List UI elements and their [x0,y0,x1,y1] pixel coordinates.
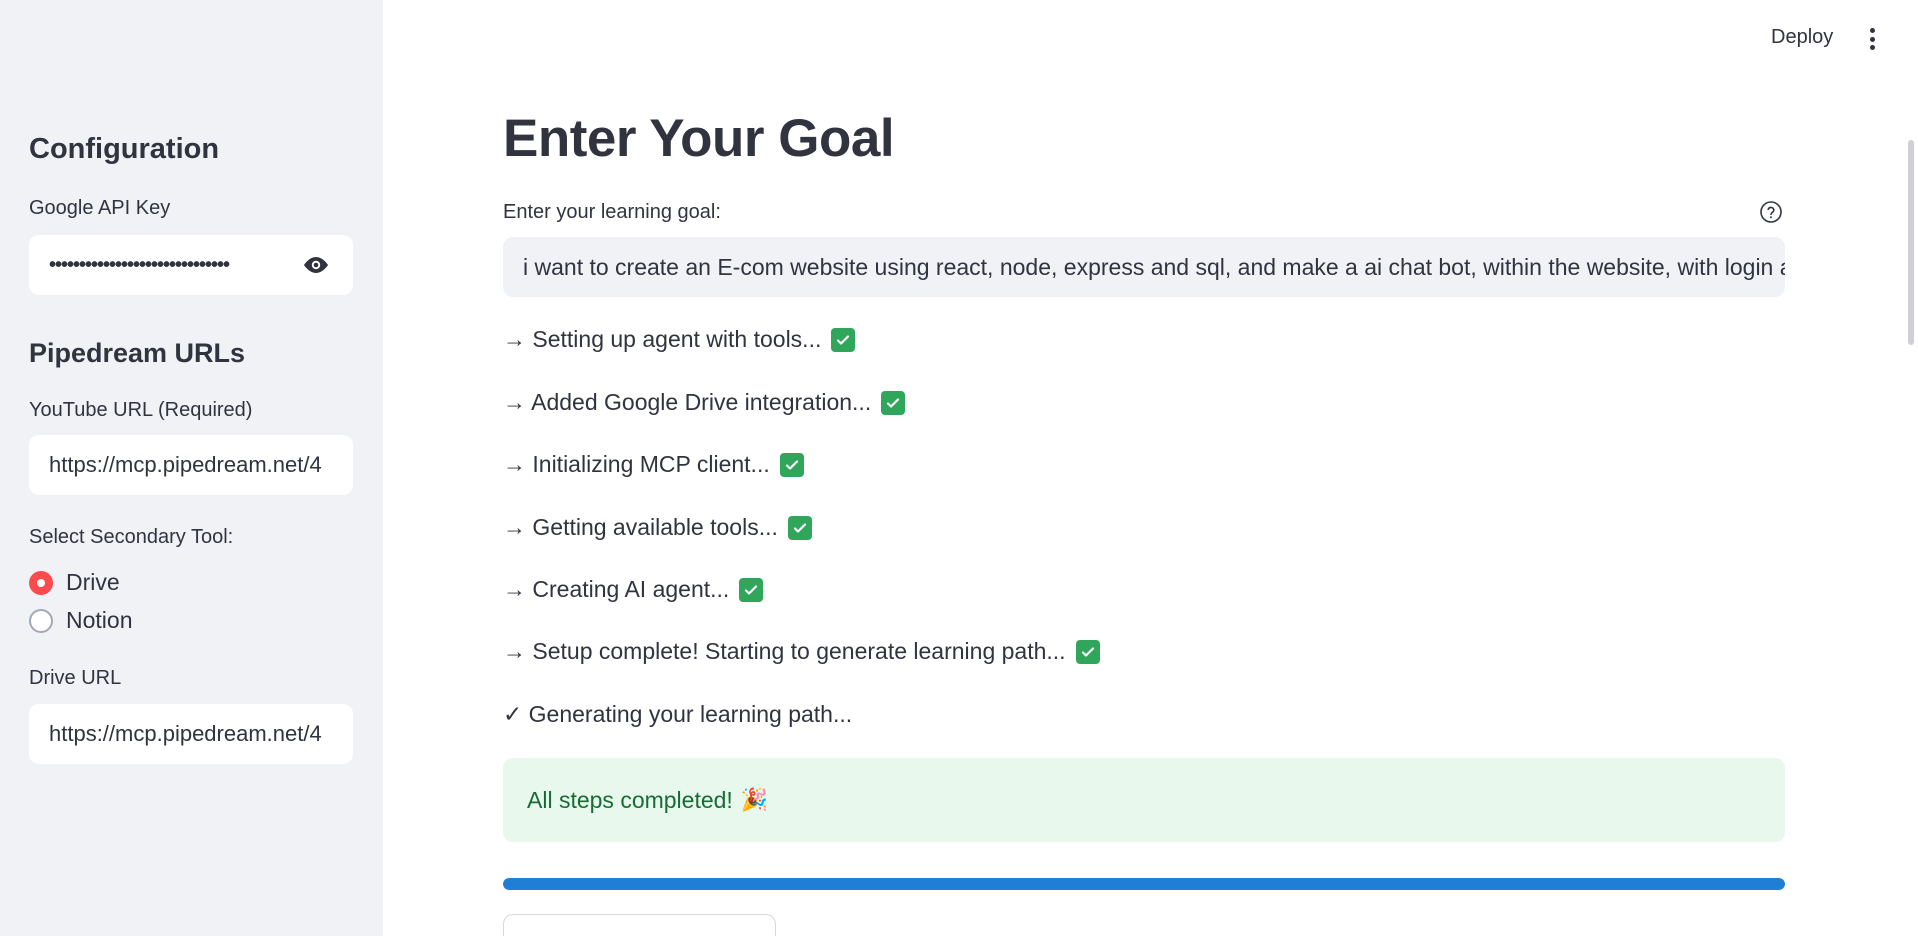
step-item: → Setting up agent with tools... [503,326,856,353]
check-icon [1075,639,1100,664]
secondary-tool-label: Select Secondary Tool: [29,526,234,548]
action-button[interactable] [503,914,776,936]
step-item: → Initializing MCP client... [503,451,804,478]
page-title: Enter Your Goal [503,109,895,168]
success-message: All steps completed! [527,786,733,813]
check-icon [739,577,764,602]
step-item: → Getting available tools... [503,514,812,541]
configuration-heading: Configuration [29,133,220,165]
radio-notion-label: Notion [66,607,133,633]
radio-notion[interactable]: Notion [29,607,132,634]
eye-icon[interactable] [299,248,333,282]
api-key-value: •••••••••••••••••••••••••••••• [49,253,230,276]
drive-url-input[interactable]: https://mcp.pipedream.net/4 [29,704,353,764]
success-alert: All steps completed! 🎉 [503,758,1785,842]
kebab-menu-icon[interactable] [1860,26,1884,52]
progress-bar [503,878,1785,890]
check-icon [881,390,906,415]
step-text: → Added Google Drive integration... [503,389,872,415]
api-key-label: Google API Key [29,197,171,219]
drive-url-label: Drive URL [29,667,122,689]
step-text: → Getting available tools... [503,514,778,540]
goal-label: Enter your learning goal: [503,201,721,223]
scrollbar[interactable] [1908,140,1914,345]
youtube-url-label: YouTube URL (Required) [29,399,253,421]
radio-button[interactable] [29,608,53,633]
learning-goal-value: i want to create an E-com website using … [523,253,1785,280]
step-text: ✓ Generating your learning path... [503,701,853,727]
check-icon [787,515,812,540]
step-text: → Initializing MCP client... [503,451,770,477]
radio-drive-label: Drive [66,569,120,595]
check-icon [779,452,804,477]
learning-goal-input[interactable]: i want to create an E-com website using … [503,237,1785,297]
step-text: → Setup complete! Starting to generate l… [503,638,1066,664]
help-icon[interactable] [1759,200,1783,224]
youtube-url-input[interactable]: https://mcp.pipedream.net/4 [29,435,353,495]
radio-drive[interactable]: Drive [29,569,120,596]
step-item: → Setup complete! Starting to generate l… [503,638,1100,665]
step-item: → Added Google Drive integration... [503,389,906,416]
sidebar: Configuration Google API Key •••••••••••… [0,0,383,936]
youtube-url-value: https://mcp.pipedream.net/4 [49,452,322,477]
check-icon [831,327,856,352]
step-item: ✓ Generating your learning path... [503,701,852,728]
drive-url-value: https://mcp.pipedream.net/4 [49,721,322,746]
pipedream-heading: Pipedream URLs [29,338,246,368]
progress-fill [503,878,1785,890]
step-text: → Creating AI agent... [503,576,730,602]
step-text: → Setting up agent with tools... [503,326,822,352]
radio-button-selected[interactable] [29,570,53,595]
deploy-button[interactable]: Deploy [1771,26,1833,49]
api-key-input[interactable]: •••••••••••••••••••••••••••••• [29,235,353,295]
step-item: → Creating AI agent... [503,576,764,603]
party-popper-icon: 🎉 [740,787,769,812]
